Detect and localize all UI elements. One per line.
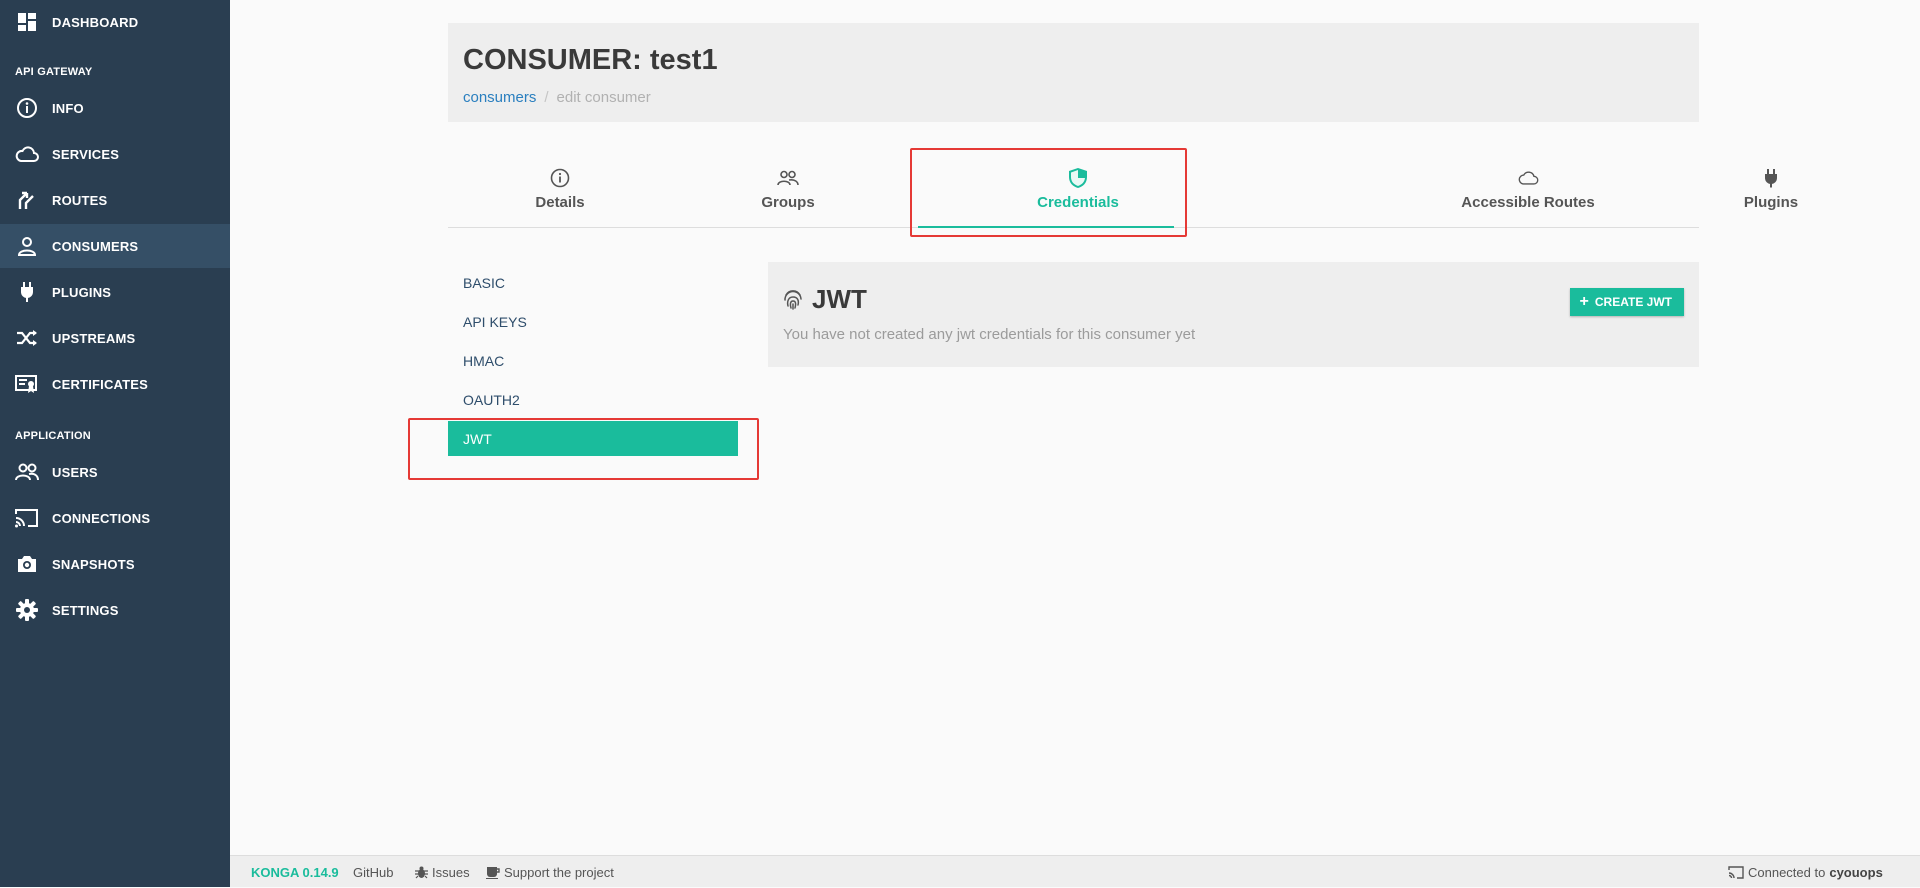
info-icon xyxy=(15,96,39,120)
sidebar: DASHBOARD API GATEWAY INFO SERVICES ROUT… xyxy=(0,0,230,887)
sidebar-item-certificates[interactable]: CERTIFICATES xyxy=(0,362,230,406)
create-jwt-button[interactable]: + CREATE JWT xyxy=(1569,288,1684,316)
sidebar-item-label: ROUTES xyxy=(52,192,108,208)
breadcrumb: consumers / edit consumer xyxy=(463,89,651,106)
tab-label: Details xyxy=(535,194,585,211)
konga-version: KONGA 0.14.9 xyxy=(251,864,339,880)
tab-label: Accessible Routes xyxy=(1461,194,1595,211)
page-header: CONSUMER: test1 consumers / edit consumer xyxy=(448,23,1699,122)
credential-type-jwt[interactable]: JWT xyxy=(448,421,738,456)
connection-status: Connected to cyouops xyxy=(1728,856,1883,888)
tab-credentials[interactable]: Credentials xyxy=(948,150,1208,228)
plug-icon xyxy=(15,280,39,304)
sidebar-item-label: CERTIFICATES xyxy=(52,376,149,392)
sidebar-item-upstreams[interactable]: UPSTREAMS xyxy=(0,316,230,360)
active-tab-indicator xyxy=(918,226,1174,228)
tab-label: Groups xyxy=(761,194,815,211)
main-content: CONSUMER: test1 consumers / edit consumer … xyxy=(230,0,1920,855)
camera-icon xyxy=(15,552,39,576)
sidebar-item-snapshots[interactable]: SNAPSHOTS xyxy=(0,542,230,586)
breadcrumb-consumers-link[interactable]: consumers xyxy=(463,89,536,106)
tab-groups[interactable]: Groups xyxy=(733,150,843,228)
sidebar-item-label: SETTINGS xyxy=(52,602,119,618)
connection-name: cyouops xyxy=(1829,864,1883,880)
sidebar-item-routes[interactable]: ROUTES xyxy=(0,178,230,222)
page-title: CONSUMER: test1 xyxy=(463,44,718,76)
sidebar-item-info[interactable]: INFO xyxy=(0,86,230,130)
sidebar-item-connections[interactable]: CONNECTIONS xyxy=(0,496,230,540)
cloud-icon xyxy=(1517,167,1539,189)
github-link[interactable]: GitHub xyxy=(353,856,393,888)
shuffle-icon xyxy=(15,326,39,350)
tab-label: Credentials xyxy=(1037,194,1119,211)
tab-details[interactable]: Details xyxy=(505,150,615,228)
gear-icon xyxy=(15,598,39,622)
support-link[interactable]: Support the project xyxy=(486,856,614,888)
issues-link[interactable]: Issues xyxy=(415,856,470,888)
sidebar-item-label: INFO xyxy=(52,100,84,116)
cast-icon xyxy=(15,506,39,530)
sidebar-item-label: UPSTREAMS xyxy=(52,330,136,346)
breadcrumb-current: edit consumer xyxy=(556,89,651,106)
tab-plugins[interactable]: Plugins xyxy=(1716,150,1826,228)
coffee-icon xyxy=(486,866,500,879)
dashboard-icon xyxy=(15,10,39,34)
create-jwt-label: CREATE JWT xyxy=(1594,295,1672,309)
certificate-icon xyxy=(15,372,39,396)
sidebar-section-api-gateway: API GATEWAY xyxy=(15,66,93,78)
issues-label: Issues xyxy=(432,864,470,880)
sidebar-item-dashboard[interactable]: DASHBOARD xyxy=(0,0,230,44)
routes-icon xyxy=(15,188,39,212)
sidebar-item-label: PLUGINS xyxy=(52,284,112,300)
sidebar-item-plugins[interactable]: PLUGINS xyxy=(0,270,230,314)
cast-icon xyxy=(1728,865,1744,879)
tab-accessible-routes[interactable]: Accessible Routes xyxy=(1438,150,1618,228)
sidebar-item-label: SERVICES xyxy=(52,146,120,162)
users-icon xyxy=(15,460,39,484)
sidebar-section-application: APPLICATION xyxy=(15,430,91,442)
jwt-empty-message: You have not created any jwt credentials… xyxy=(783,326,1196,343)
credential-type-basic[interactable]: BASIC xyxy=(448,265,738,300)
bug-icon xyxy=(415,866,428,879)
footer: KONGA 0.14.9 GitHub Issues Support the p… xyxy=(230,855,1920,887)
tab-label: Plugins xyxy=(1743,194,1799,211)
cloud-icon xyxy=(15,142,39,166)
support-label: Support the project xyxy=(504,864,614,880)
users-icon xyxy=(777,167,799,189)
sidebar-item-users[interactable]: USERS xyxy=(0,450,230,494)
user-icon xyxy=(15,234,39,258)
breadcrumb-separator: / xyxy=(544,89,549,106)
fingerprint-icon xyxy=(783,288,805,312)
credential-type-api-keys[interactable]: API KEYS xyxy=(448,304,738,339)
jwt-panel: JWT You have not created any jwt credent… xyxy=(768,262,1699,367)
connected-prefix: Connected to xyxy=(1748,864,1826,880)
sidebar-item-label: CONSUMERS xyxy=(52,238,139,254)
sidebar-item-label: USERS xyxy=(52,464,98,480)
sidebar-item-settings[interactable]: SETTINGS xyxy=(0,588,230,632)
sidebar-item-label: DASHBOARD xyxy=(52,14,139,30)
sidebar-item-label: CONNECTIONS xyxy=(52,510,151,526)
credential-type-oauth2[interactable]: OAUTH2 xyxy=(448,382,738,417)
plug-icon xyxy=(1760,167,1782,189)
sidebar-item-services[interactable]: SERVICES xyxy=(0,132,230,176)
credential-type-hmac[interactable]: HMAC xyxy=(448,343,738,378)
shield-icon xyxy=(1067,167,1089,189)
sidebar-item-consumers[interactable]: CONSUMERS xyxy=(0,224,230,268)
info-icon xyxy=(549,167,571,189)
plus-icon: + xyxy=(1579,293,1589,310)
consumer-tabs: Details Groups Credentials Accessible Ro… xyxy=(448,150,1798,228)
jwt-title: JWT xyxy=(812,284,867,314)
sidebar-item-label: SNAPSHOTS xyxy=(52,556,135,572)
